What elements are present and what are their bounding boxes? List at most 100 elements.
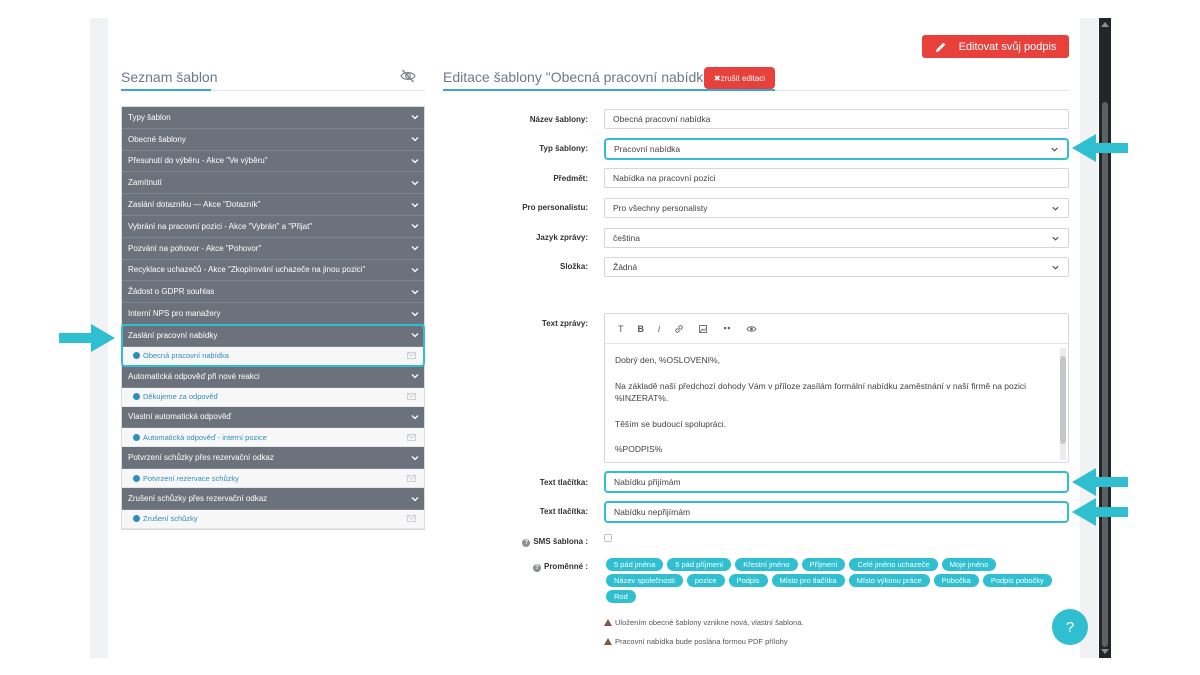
- help-button[interactable]: ?: [1052, 609, 1088, 645]
- template-type-select[interactable]: Pracovní nabídka: [604, 138, 1069, 160]
- button-text-value-1: Nabídku přijímám: [614, 477, 681, 487]
- chevron-down-icon: [411, 311, 419, 316]
- template-name-value: Obecná pracovní nabídka: [613, 114, 711, 124]
- message-line: Těším se budoucí spolupráci.: [615, 418, 727, 429]
- template-category[interactable]: Zaslání pracovní nabídky: [122, 324, 424, 347]
- editor-content[interactable]: Dobrý den, %OSLOVENI%, Na základě naší p…: [615, 354, 1055, 469]
- folder-select[interactable]: Žádná: [604, 257, 1069, 277]
- template-category-label: Zaslání dotazníku — Akce "Dotazník": [128, 200, 261, 210]
- image-icon[interactable]: [698, 324, 708, 334]
- text-style-button[interactable]: T: [618, 324, 624, 334]
- message-label: Text zprávy:: [541, 319, 588, 328]
- template-item-label: Děkujeme za odpověď: [133, 392, 218, 401]
- variable-chip[interactable]: Pobočka: [933, 574, 979, 587]
- right-title-underline: [443, 89, 775, 91]
- question-icon[interactable]: ?: [532, 564, 541, 572]
- button-text-input-1[interactable]: Nabídku přijímám: [604, 471, 1069, 493]
- template-category-group: Interní NPS pro manažery: [122, 303, 424, 325]
- personalist-label: Pro personalistu:: [522, 203, 588, 212]
- chevron-down-icon: [1051, 147, 1058, 152]
- edit-signature-button[interactable]: Editovat svůj podpis: [922, 35, 1069, 58]
- template-name-input[interactable]: Obecná pracovní nabídka: [604, 109, 1069, 129]
- note-text: Uložením obecné šablony vznikne nová, vl…: [615, 618, 804, 627]
- template-category[interactable]: Obecné šablony: [122, 128, 424, 151]
- variable-chip[interactable]: Místo pro tlačítka: [771, 574, 845, 587]
- variable-chip[interactable]: Podpis pobočky: [982, 574, 1052, 587]
- eye-off-icon[interactable]: [400, 68, 416, 84]
- chevron-down-icon: [411, 202, 419, 207]
- button-text-input-2[interactable]: Nabídku nepřijímám: [604, 501, 1069, 523]
- button-text-label-2: Text tlačítka:: [539, 507, 588, 516]
- personalist-select[interactable]: Pro všechny personalisty: [604, 198, 1069, 218]
- language-select[interactable]: čeština: [604, 228, 1069, 248]
- template-category[interactable]: Vlastní automatická odpověď: [122, 406, 424, 429]
- template-category[interactable]: Vybrání na pracovní pozici - Akce "Vybrá…: [122, 215, 424, 238]
- link-icon[interactable]: [674, 324, 684, 334]
- template-category-label: Interní NPS pro manažery: [128, 309, 221, 319]
- bullet-icon: [133, 393, 140, 401]
- subject-input[interactable]: Nabídka na pracovní pozici: [604, 168, 1069, 188]
- template-category[interactable]: Zamítnutí: [122, 172, 424, 195]
- envelope-icon: [407, 515, 416, 523]
- scroll-down-icon[interactable]: [1101, 649, 1109, 654]
- variable-chip[interactable]: pozice: [686, 574, 725, 587]
- button-text-label-1: Text tlačítka:: [539, 478, 588, 487]
- variable-chip[interactable]: Celé jméno uchazeče: [849, 558, 938, 571]
- message-editor[interactable]: T B i Dobrý den, %OSLOVENI%, Na základě …: [604, 313, 1069, 463]
- template-category-group: Typy šablon: [122, 107, 424, 129]
- variable-chip[interactable]: Název společnosti: [606, 574, 683, 587]
- template-item-label: Potvrzení rezervace schůzky: [133, 474, 239, 483]
- template-item[interactable]: Zrušení schůzky: [122, 509, 424, 529]
- template-category-group: Zaslání pracovní nabídky Obecná pracovní …: [121, 323, 425, 367]
- variable-chip[interactable]: Podpis: [728, 574, 768, 587]
- italic-button[interactable]: i: [658, 324, 660, 334]
- template-category[interactable]: Recyklace uchazečů - Akce "Zkopírování u…: [122, 259, 424, 282]
- sms-label: ? SMS šablona :: [448, 537, 588, 547]
- chevron-down-icon: [411, 333, 419, 338]
- sms-checkbox[interactable]: [604, 534, 612, 542]
- template-category[interactable]: Zaslání dotazníku — Akce "Dotazník": [122, 194, 424, 216]
- preview-eye-icon[interactable]: [746, 324, 757, 334]
- template-category-group: Automatická odpověď při nové reakci Děkuj…: [122, 365, 424, 407]
- template-item[interactable]: Potvrzení rezervace schůzky: [122, 469, 424, 489]
- template-category[interactable]: Interní NPS pro manažery: [122, 303, 424, 325]
- template-category-group: Zrušení schůzky přes rezervační odkaz Zru…: [122, 488, 424, 529]
- question-icon[interactable]: ?: [522, 539, 531, 547]
- edit-template-title: Editace šablony "Obecná pracovní nabídka…: [443, 69, 716, 85]
- template-category-group: Obecné šablony: [122, 128, 424, 151]
- variable-chip[interactable]: Místo výkonu práce: [848, 574, 930, 587]
- template-category[interactable]: Přesunutí do výběru - Akce "Ve výběru": [122, 150, 424, 173]
- variable-chip[interactable]: 5 pád jména: [606, 558, 664, 571]
- template-category-group: Potvrzení schůzky přes rezervační odkaz P…: [122, 447, 424, 489]
- variable-chip[interactable]: Křestní jméno: [735, 558, 798, 571]
- variable-chip[interactable]: Moje jméno: [941, 558, 997, 571]
- page-scrollbar[interactable]: [1099, 18, 1111, 658]
- template-item[interactable]: Děkujeme za odpověď: [122, 387, 424, 407]
- cancel-edit-button[interactable]: ✖zrušit editaci: [704, 67, 775, 89]
- scroll-thumb[interactable]: [1102, 102, 1108, 647]
- template-category[interactable]: Typy šablon: [122, 107, 424, 129]
- template-name-label: Název šablony:: [529, 115, 588, 124]
- bold-button[interactable]: B: [638, 324, 645, 334]
- language-label: Jazyk zprávy:: [535, 233, 588, 242]
- chevron-down-icon: [411, 414, 419, 420]
- template-category[interactable]: Zrušení schůzky přes rezervační odkaz: [122, 488, 424, 510]
- template-item[interactable]: Automatická odpověď - interní pozice: [122, 428, 424, 448]
- editor-scroll-thumb[interactable]: [1060, 356, 1066, 444]
- template-category[interactable]: Potvrzení schůzky přes rezervační odkaz: [122, 447, 424, 470]
- envelope-icon: [407, 352, 416, 360]
- template-category[interactable]: Automatická odpověď při nové reakci: [122, 365, 424, 388]
- template-category-label: Obecné šablony: [128, 134, 186, 144]
- template-item-label: Obecná pracovní nabídka: [133, 351, 229, 360]
- variable-chip[interactable]: Rod: [606, 590, 636, 603]
- template-category-label: Automatická odpověď při nové reakci: [128, 371, 260, 381]
- chevron-down-icon: [411, 137, 419, 142]
- variable-chip[interactable]: Příjmení: [801, 558, 846, 571]
- editor-scrollbar[interactable]: [1060, 348, 1066, 460]
- template-item[interactable]: Obecná pracovní nabídka: [122, 346, 424, 366]
- scroll-up-icon[interactable]: [1101, 22, 1109, 27]
- template-category[interactable]: Pozvání na pohovor - Akce "Pohovor": [122, 237, 424, 260]
- template-category[interactable]: Žádost o GDPR souhlas: [122, 281, 424, 304]
- variable-chip[interactable]: 5 pád příjmení: [667, 558, 732, 571]
- quote-icon[interactable]: [722, 324, 732, 334]
